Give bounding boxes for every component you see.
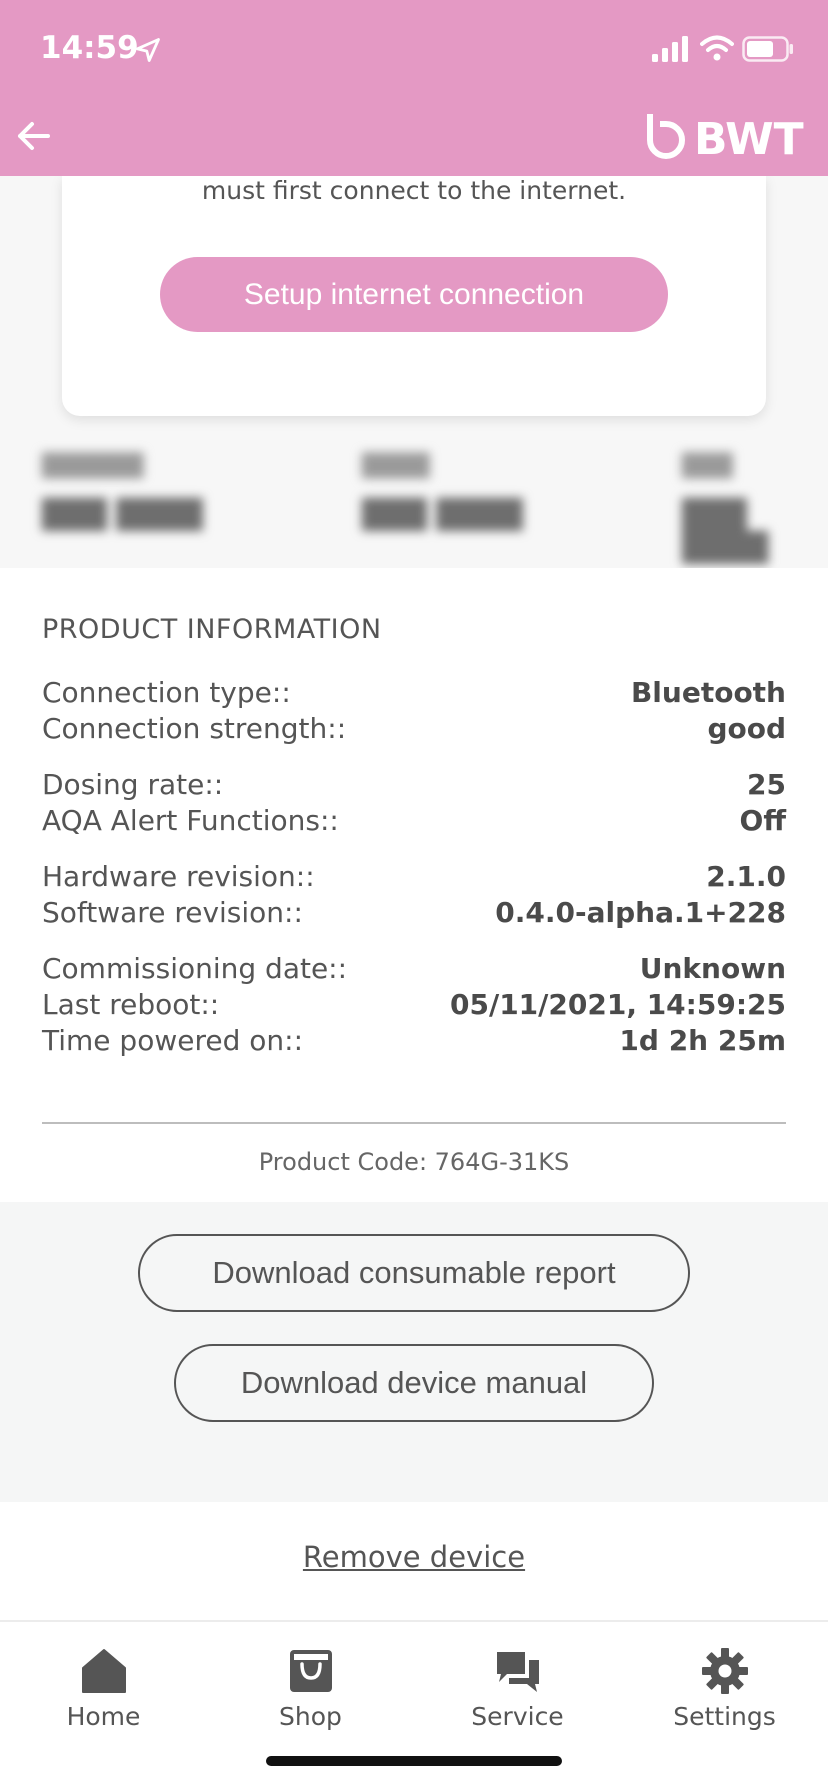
wifi-icon	[700, 35, 734, 61]
tab-settings[interactable]: Settings	[621, 1622, 828, 1742]
battery-icon	[742, 36, 793, 62]
back-arrow-icon[interactable]	[14, 116, 54, 156]
app-header: 14:59 BWT	[0, 0, 828, 176]
download-consumable-report-button[interactable]: Download consumable report	[138, 1234, 690, 1312]
info-row: Dosing rate:: 25	[42, 768, 786, 804]
info-row: Commissioning date:: Unknown	[42, 952, 786, 988]
section-title: PRODUCT INFORMATION	[42, 614, 382, 645]
tab-service[interactable]: Service	[414, 1622, 621, 1742]
home-indicator	[266, 1756, 562, 1766]
product-code: Product Code: 764G-31KS	[258, 1148, 570, 1176]
info-value: 05/11/2021, 14:59:25	[450, 988, 786, 1021]
info-label: Time powered on::	[42, 1024, 303, 1057]
tab-label: Shop	[279, 1702, 342, 1731]
info-value: 2.1.0	[706, 860, 786, 893]
info-label: Last reboot::	[42, 988, 220, 1021]
tab-home[interactable]: Home	[0, 1622, 207, 1742]
card-message: must first connect to the internet.	[201, 176, 627, 205]
info-label: Connection strength::	[42, 712, 347, 745]
info-label: Connection type::	[42, 676, 291, 709]
info-row: Hardware revision:: 2.1.0	[42, 860, 786, 896]
info-value: 1d 2h 25m	[619, 1024, 786, 1057]
info-row: Connection strength:: good	[42, 712, 786, 748]
remove-device-link[interactable]: Remove device	[0, 1540, 828, 1574]
shopping-bag-icon	[290, 1650, 332, 1692]
info-label: Commissioning date::	[42, 952, 348, 985]
download-section: Download consumable report Download devi…	[0, 1202, 828, 1502]
info-row: Software revision:: 0.4.0-alpha.1+228	[42, 896, 786, 932]
blurred-stat-value: ███ ████	[682, 498, 769, 564]
info-value: Bluetooth	[630, 676, 786, 709]
blurred-stat-label: ████	[362, 454, 430, 479]
info-label: Hardware revision::	[42, 860, 315, 893]
tab-shop[interactable]: Shop	[207, 1622, 414, 1742]
info-value: Unknown	[639, 952, 786, 985]
internet-setup-card: must first connect to the internet. Setu…	[62, 176, 766, 416]
info-label: AQA Alert Functions::	[42, 804, 339, 837]
info-row: Last reboot:: 05/11/2021, 14:59:25	[42, 988, 786, 1024]
bottom-tab-bar: Home Shop Service Settings	[0, 1620, 828, 1792]
info-row: AQA Alert Functions:: Off	[42, 804, 786, 840]
info-value: good	[707, 712, 786, 745]
location-arrow-icon	[136, 38, 160, 62]
info-row: Time powered on:: 1d 2h 25m	[42, 1024, 786, 1060]
blurred-stat-value: ███ ████	[362, 498, 523, 531]
setup-internet-button[interactable]: Setup internet connection	[160, 257, 668, 332]
info-label: Dosing rate::	[42, 768, 224, 801]
tab-label: Settings	[673, 1702, 776, 1731]
info-value: 0.4.0-alpha.1+228	[495, 896, 786, 929]
status-time: 14:59	[40, 30, 139, 66]
info-value: Off	[739, 804, 786, 837]
info-value: 25	[747, 768, 786, 801]
info-label: Software revision::	[42, 896, 303, 929]
chat-icon	[497, 1652, 539, 1692]
divider	[42, 1122, 786, 1124]
signal-icon	[652, 36, 688, 62]
blurred-stat-value: ███ ████	[42, 498, 203, 531]
tab-label: Service	[471, 1702, 564, 1731]
svg-text:BWT: BWT	[694, 114, 804, 160]
download-device-manual-button[interactable]: Download device manual	[174, 1344, 654, 1422]
gear-icon	[702, 1648, 748, 1694]
tab-label: Home	[66, 1702, 141, 1731]
blurred-stat-label: ██████	[42, 454, 144, 479]
blurred-stat-label: ███	[682, 454, 733, 479]
home-icon	[82, 1649, 126, 1693]
bwt-logo: BWT	[647, 114, 804, 160]
info-row: Connection type:: Bluetooth	[42, 676, 786, 712]
